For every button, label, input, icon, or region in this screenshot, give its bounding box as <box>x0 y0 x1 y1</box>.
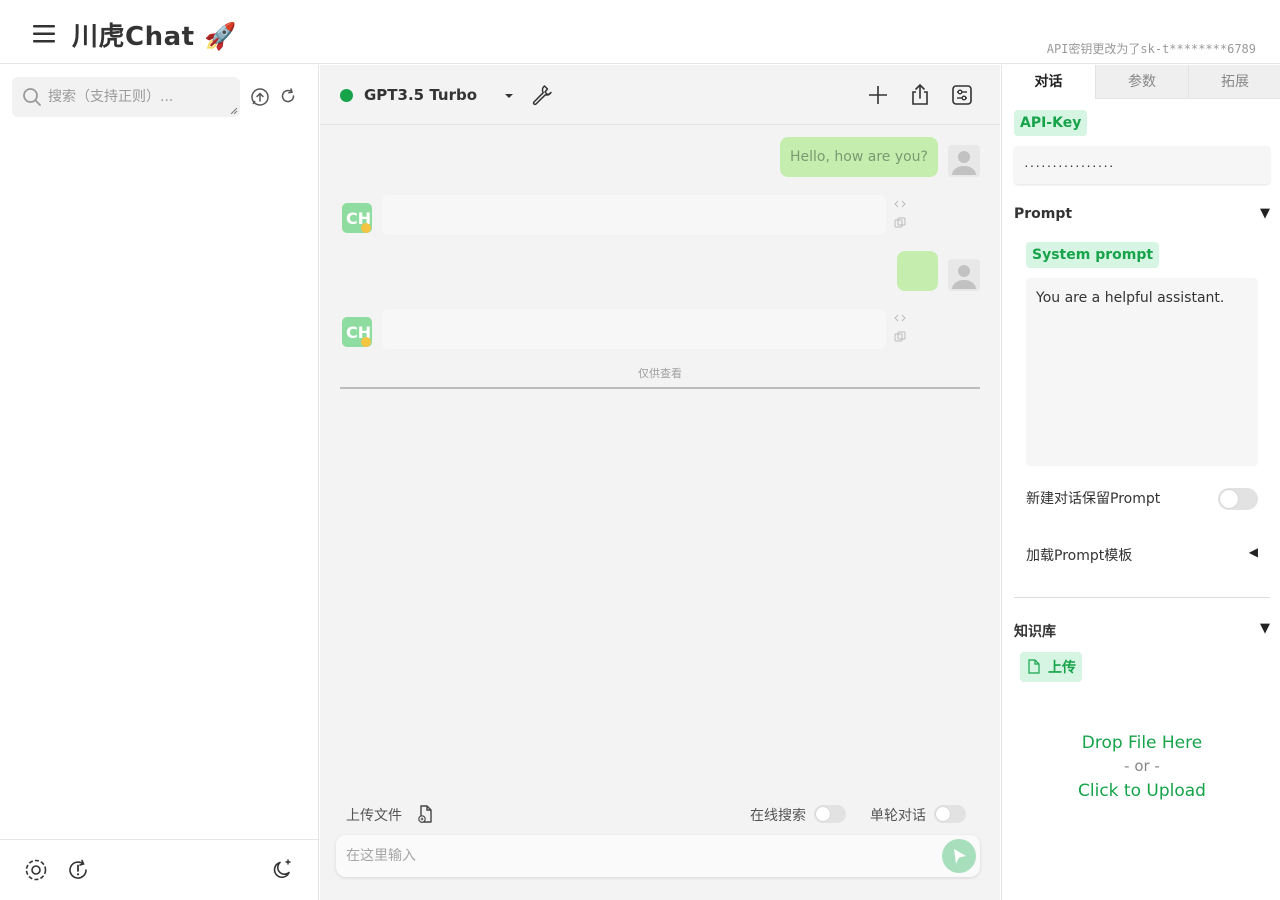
send-button[interactable] <box>942 839 976 873</box>
online-search-toggle[interactable] <box>814 805 846 823</box>
chat-input-box <box>336 835 980 877</box>
code-view-icon[interactable] <box>894 313 908 323</box>
kb-section-title: 知识库 <box>1014 624 1056 640</box>
bot-message <box>382 195 886 235</box>
kb-section-header[interactable]: 知识库 ▼ <box>1014 621 1270 641</box>
keep-prompt-label: 新建对话保留Prompt <box>1026 491 1161 507</box>
user-message: Hello, how are you? <box>780 137 938 177</box>
online-search-label: 在线搜索 <box>750 808 806 824</box>
search-icon <box>22 87 42 107</box>
api-status-message: API密钥更改为了sk-t********6789 <box>1046 42 1256 56</box>
upload-history-icon[interactable] <box>250 87 270 107</box>
api-key-label: API-Key <box>1014 110 1088 136</box>
user-message <box>897 251 938 291</box>
app-title: 川虎Chat 🚀 <box>72 22 237 52</box>
model-dropdown[interactable]: GPT3.5 Turbo <box>364 83 514 107</box>
view-only-label: 仅供查看 <box>638 367 682 380</box>
bot-message <box>382 309 886 349</box>
history-search <box>12 77 240 117</box>
chat-messages: Hello, how are you? CH CH 仅供查看 <box>320 125 1000 805</box>
search-input[interactable] <box>48 77 234 117</box>
sidebar-footer <box>0 839 319 900</box>
chat-main: GPT3.5 Turbo Hello, how are you? CH CH 仅… <box>320 65 1000 900</box>
input-bar: 上传文件 在线搜索 单轮对话 <box>320 805 1000 900</box>
wrench-icon[interactable] <box>530 83 554 107</box>
message-tools <box>894 313 908 343</box>
model-status-dot <box>340 89 353 102</box>
load-template-row[interactable]: 加载Prompt模板 ◀ <box>1026 545 1258 565</box>
chat-toolbar: GPT3.5 Turbo <box>320 65 1000 125</box>
dark-mode-icon[interactable] <box>272 858 294 880</box>
app-header: 川虎Chat 🚀 API密钥更改为了sk-t********6789 <box>0 0 1280 64</box>
tab-params[interactable]: 参数 <box>1095 65 1188 99</box>
api-key-field <box>1014 146 1270 184</box>
resize-handle-icon[interactable] <box>230 107 238 115</box>
share-icon[interactable] <box>908 83 932 107</box>
prompt-section-header[interactable]: Prompt ▼ <box>1014 206 1270 226</box>
bot-avatar: CH <box>342 203 372 233</box>
copy-icon[interactable] <box>894 331 908 343</box>
upload-button[interactable]: 上传 <box>1020 652 1082 682</box>
click-upload-text: Click to Upload <box>1078 781 1206 801</box>
hamburger-menu-icon[interactable] <box>30 22 60 46</box>
chat-input[interactable] <box>346 845 926 869</box>
update-icon[interactable] <box>66 858 90 882</box>
caret-left-icon: ◀ <box>1248 545 1258 559</box>
file-dropzone[interactable]: Drop File Here - or - Click to Upload <box>1014 695 1270 845</box>
system-prompt-label: System prompt <box>1026 242 1160 268</box>
tab-chat[interactable]: 对话 <box>1002 65 1095 99</box>
api-key-input[interactable] <box>1024 146 1260 184</box>
upload-label: 上传 <box>1048 660 1076 676</box>
divider <box>1014 597 1270 598</box>
drop-file-text: Drop File Here <box>1081 733 1203 753</box>
user-avatar <box>948 259 980 291</box>
history-sidebar <box>0 65 319 900</box>
upload-file-icon[interactable] <box>416 804 436 824</box>
chevron-down-icon <box>504 93 514 99</box>
options-icon[interactable] <box>950 83 974 107</box>
user-avatar <box>948 145 980 177</box>
panel-tabs: 对话 参数 拓展 <box>1002 65 1280 99</box>
caret-down-icon: ▼ <box>1260 206 1270 221</box>
tab-extensions[interactable]: 拓展 <box>1188 65 1280 99</box>
copy-icon[interactable] <box>894 217 908 229</box>
keep-prompt-toggle[interactable] <box>1218 488 1258 510</box>
settings-icon[interactable] <box>24 858 48 882</box>
caret-down-icon: ▼ <box>1260 621 1270 636</box>
refresh-icon[interactable] <box>279 87 297 105</box>
bot-avatar: CH <box>342 317 372 347</box>
file-icon <box>1028 659 1040 674</box>
system-prompt-box: You are a helpful assistant. <box>1026 278 1258 466</box>
single-turn-toggle[interactable] <box>934 805 966 823</box>
message-tools <box>894 199 908 229</box>
code-view-icon[interactable] <box>894 199 908 209</box>
divider <box>340 387 980 389</box>
model-name: GPT3.5 Turbo <box>364 86 478 104</box>
system-prompt-input[interactable]: You are a helpful assistant. <box>1036 288 1248 458</box>
load-template-label: 加载Prompt模板 <box>1026 548 1133 564</box>
prompt-section-title: Prompt <box>1014 206 1073 222</box>
new-chat-icon[interactable] <box>866 83 890 107</box>
or-text: - or - <box>1124 757 1160 775</box>
single-turn-label: 单轮对话 <box>870 808 926 824</box>
upload-file-label[interactable]: 上传文件 <box>346 805 402 825</box>
settings-panel: 对话 参数 拓展 API-Key Prompt ▼ System prompt … <box>1001 65 1280 900</box>
